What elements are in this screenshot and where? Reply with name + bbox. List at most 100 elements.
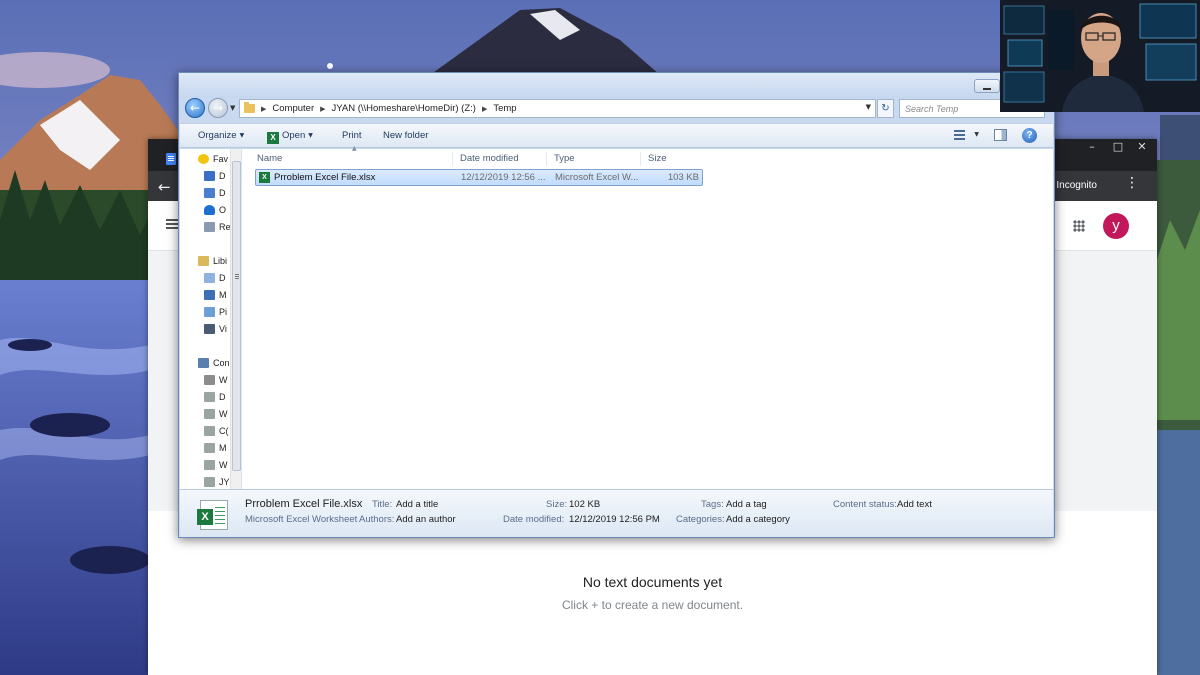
column-header-name[interactable]: Name [257,153,282,164]
nav-item-label: W [219,460,228,470]
nav-item[interactable]: Pi [204,304,227,320]
tags-field[interactable]: Add a tag [726,499,767,510]
network-drive-icon [204,477,215,487]
minimize-button[interactable]: – [1079,139,1105,157]
scrollbar-thumb[interactable] [232,161,241,471]
navigation-pane: Fav D D O Re Libi D M Pi Vi Con W D W C(… [180,149,242,489]
nav-libraries-label: Libi [213,256,228,266]
forward-arrow-icon[interactable]: → [208,98,228,118]
nav-item[interactable]: M [204,287,227,303]
hamburger-menu-icon[interactable] [166,219,178,221]
open-button[interactable]: X Open ▼ [267,130,313,144]
excel-icon: X [267,132,279,144]
excel-icon: X [259,172,270,183]
nav-item-label: D [219,273,226,283]
address-bar[interactable]: ▶ Computer ▶ JYAN (\\Homeshare\HomeDir) … [239,99,876,118]
organize-button[interactable]: Organize ▼ [198,130,244,141]
column-divider[interactable] [452,152,453,166]
nav-item[interactable]: D [204,185,226,201]
content-status-field[interactable]: Add text [897,499,932,510]
tags-label: Tags: [701,499,724,510]
chevron-down-icon[interactable]: ▼ [866,103,871,111]
command-bar: Organize ▼ X Open ▼ Print New folder ▼ ? [180,123,1053,148]
nav-item[interactable]: Vi [204,321,227,337]
sort-ascending-icon: ▲ [352,145,357,152]
refresh-icon[interactable]: ↻ [877,99,894,118]
back-arrow-icon[interactable]: ← [185,98,205,118]
nav-item[interactable]: M [204,440,227,456]
apps-grid-icon[interactable] [1073,220,1085,232]
nav-item-label: M [219,443,227,453]
breadcrumb-drive[interactable]: JYAN (\\Homeshare\HomeDir) (Z:) [332,103,476,114]
nav-item-label: M [219,290,227,300]
back-arrow-icon[interactable]: ← [158,178,171,196]
breadcrumb-computer[interactable]: Computer [272,103,314,114]
breadcrumb-temp[interactable]: Temp [493,103,516,114]
star-icon [198,154,209,164]
nav-item[interactable]: C( [204,423,229,439]
close-button[interactable]: ✕ [1129,139,1155,157]
docs-icon[interactable] [166,153,176,165]
nav-item-label: Vi [219,324,227,334]
column-header-size[interactable]: Size [648,153,666,164]
organize-label: Organize [198,130,237,141]
nav-item[interactable]: D [204,270,226,286]
print-button[interactable]: Print [342,130,362,141]
nav-favorites[interactable]: Fav [198,151,228,167]
pictures-icon [204,307,215,317]
file-date: 12/12/2019 12:56 ... [461,172,546,183]
excel-file-icon [197,500,228,530]
change-view-icon[interactable] [954,130,965,140]
empty-state-subtitle: Click + to create a new document. [561,598,744,612]
title-field[interactable]: Add a title [396,499,438,510]
nav-item[interactable]: O [204,202,226,218]
recent-pages-dropdown-icon[interactable]: ▼ [230,104,235,112]
videos-icon [204,324,215,334]
nav-item[interactable]: W [204,457,228,473]
nav-item[interactable]: JY [204,474,230,489]
chevron-right-icon[interactable]: ▶ [261,105,266,113]
nav-item[interactable]: W [204,406,228,422]
nav-libraries[interactable]: Libi [198,253,227,269]
chevron-right-icon[interactable]: ▶ [320,105,325,113]
network-drive-icon [204,392,215,402]
nav-item[interactable]: W [204,372,228,388]
nav-item-label: W [219,409,228,419]
categories-field[interactable]: Add a category [726,514,790,525]
column-header-date[interactable]: Date modified [460,153,519,164]
maximize-button[interactable]: □ [1105,139,1131,157]
onedrive-icon [204,205,215,215]
nav-item-label: D [219,171,226,181]
nav-item[interactable]: Re [204,219,231,235]
nav-item[interactable]: D [204,389,226,405]
nav-computer[interactable]: Con [198,355,230,371]
chevron-down-icon[interactable]: ▼ [974,131,979,138]
column-divider[interactable] [640,152,641,166]
explorer-title-bar[interactable] [179,73,1054,98]
avatar[interactable]: y [1103,213,1129,239]
nav-item-label: Re [219,222,231,232]
preview-pane-icon[interactable] [994,129,1007,141]
nav-item-label: C( [219,426,229,436]
help-icon[interactable]: ? [1022,128,1037,143]
nav-item-label: D [219,392,226,402]
file-list: ▲ Name Date modified Type Size X Prroble… [242,145,1053,489]
new-folder-button[interactable]: New folder [383,130,428,141]
chevron-right-icon[interactable]: ▶ [482,105,487,113]
drive-icon [204,375,215,385]
column-divider[interactable] [546,152,547,166]
network-drive-icon [204,460,215,470]
network-drive-icon [204,443,215,453]
file-row-selected[interactable]: X Prroblem Excel File.xlsx 12/12/2019 12… [255,169,703,186]
explorer-window: ← → ▼ ▶ Computer ▶ JYAN (\\Homeshare\Hom… [178,72,1055,538]
minimize-button[interactable] [974,79,1000,93]
details-pane: Prroblem Excel File.xlsx Microsoft Excel… [180,489,1053,537]
nav-item[interactable]: D [204,168,226,184]
column-header-type[interactable]: Type [554,153,575,164]
recent-places-icon [204,222,215,232]
nav-scrollbar[interactable] [230,149,241,489]
nav-item-label: D [219,188,226,198]
chrome-menu-icon[interactable]: ⋮ [1125,175,1139,191]
authors-field[interactable]: Add an author [396,514,456,525]
explorer-body: Fav D D O Re Libi D M Pi Vi Con W D W C(… [180,145,1053,489]
